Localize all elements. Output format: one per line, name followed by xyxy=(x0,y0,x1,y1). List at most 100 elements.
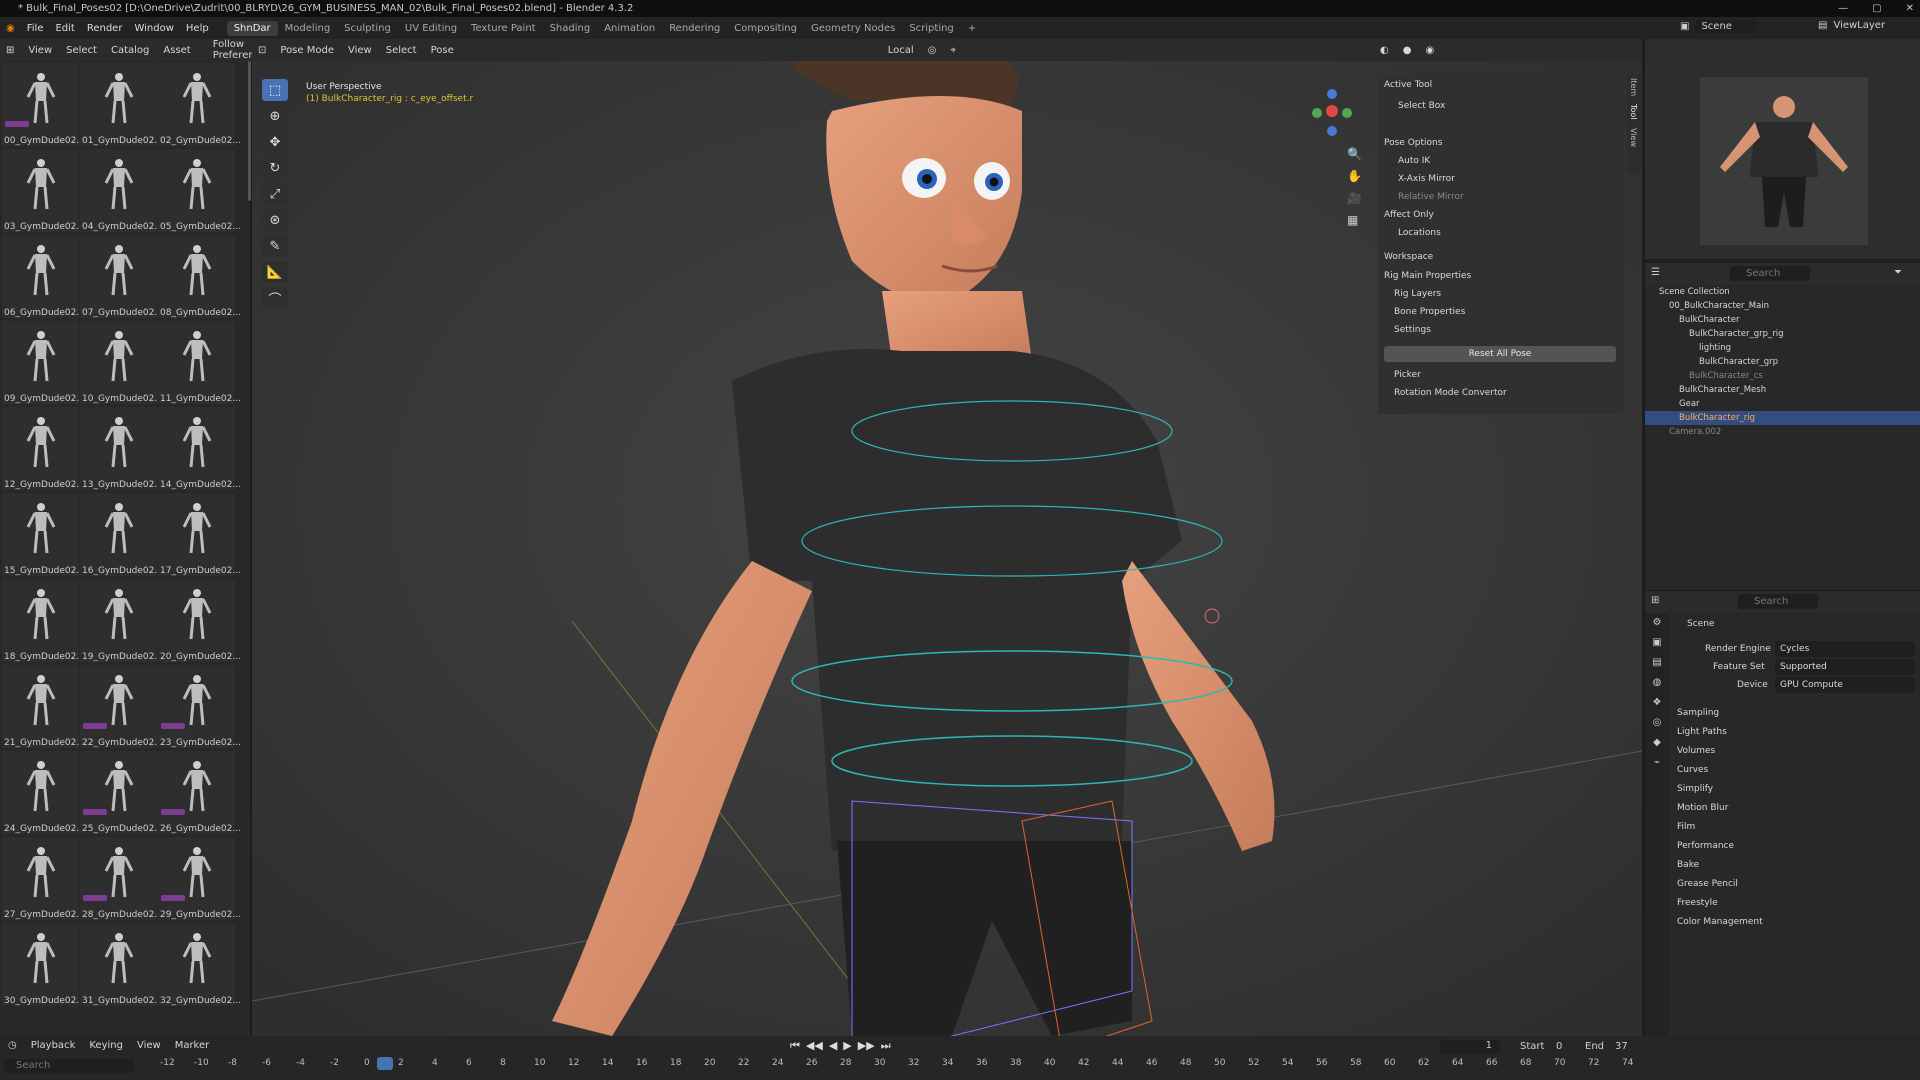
keying-menu[interactable]: Keying xyxy=(89,1040,123,1051)
viewport-select-menu[interactable]: Select xyxy=(380,43,423,58)
outliner-row[interactable]: BulkCharacter xyxy=(1645,313,1920,327)
section-motion-blur[interactable]: Motion Blur xyxy=(1677,803,1728,813)
asset-scrollbar[interactable] xyxy=(248,61,251,201)
jump-end-icon[interactable]: ⏭ xyxy=(881,1039,891,1053)
outliner-row[interactable]: lighting xyxy=(1645,341,1920,355)
jump-start-icon[interactable]: ⏮ xyxy=(790,1039,800,1053)
asset-thumbnail[interactable]: 21_GymDude02... xyxy=(2,665,85,748)
section-color-management[interactable]: Color Management xyxy=(1677,917,1763,927)
shading-solid-icon[interactable]: ● xyxy=(1397,43,1418,58)
tab-compositing[interactable]: Compositing xyxy=(727,21,804,36)
maximize-icon[interactable]: ▢ xyxy=(1872,0,1881,17)
view-layer-selector[interactable]: ViewLayer xyxy=(1833,20,1885,31)
asset-thumbnail[interactable]: 12_GymDude02... xyxy=(2,407,85,490)
outliner-row[interactable]: BulkCharacter_Mesh xyxy=(1645,383,1920,397)
section-light-paths[interactable]: Light Paths xyxy=(1677,727,1727,737)
tab-rendering[interactable]: Rendering xyxy=(662,21,727,36)
tab-geometry-nodes[interactable]: Geometry Nodes xyxy=(804,21,902,36)
filter-icon[interactable]: ⏷ xyxy=(1894,267,1902,278)
pivot-icon[interactable]: ◎ xyxy=(922,43,943,58)
playback-menu[interactable]: Playback xyxy=(31,1040,76,1051)
asset-thumbnail[interactable]: 05_GymDude02... xyxy=(158,149,241,232)
asset-thumbnail[interactable]: 24_GymDude02... xyxy=(2,751,85,834)
follow-prefs-dropdown[interactable]: Follow Preferer xyxy=(207,37,259,63)
prev-key-icon[interactable]: ◀◀ xyxy=(806,1039,823,1053)
properties-editor-icon[interactable]: ⊞ xyxy=(1651,595,1659,606)
tab-scripting[interactable]: Scripting xyxy=(902,21,960,36)
rig-main-header[interactable]: Rig Main Properties xyxy=(1384,271,1471,281)
scene-selector[interactable]: Scene xyxy=(1695,20,1756,33)
tab-modeling[interactable]: Modeling xyxy=(278,21,338,36)
asset-view-menu[interactable]: View xyxy=(22,43,58,58)
outliner-search-input[interactable]: Search xyxy=(1730,266,1810,281)
asset-catalog-menu[interactable]: Catalog xyxy=(105,43,155,58)
rig-layers-header[interactable]: Rig Layers xyxy=(1394,289,1441,299)
asset-thumbnail[interactable]: 16_GymDude02... xyxy=(80,493,163,576)
asset-thumbnail[interactable]: 09_GymDude02... xyxy=(2,321,85,404)
section-freestyle[interactable]: Freestyle xyxy=(1677,898,1718,908)
section-performance[interactable]: Performance xyxy=(1677,841,1734,851)
asset-thumbnail[interactable]: 14_GymDude02... xyxy=(158,407,241,490)
asset-thumbnail[interactable]: 19_GymDude02... xyxy=(80,579,163,662)
snap-icon[interactable]: ⌖ xyxy=(944,43,962,58)
editor-type-icon[interactable]: ⊞ xyxy=(0,43,20,58)
outliner-row[interactable]: Camera.002 xyxy=(1645,425,1920,439)
tab-item[interactable]: Item xyxy=(1627,74,1640,100)
asset-thumbnail[interactable]: 18_GymDude02... xyxy=(2,579,85,662)
properties-tab-icons[interactable]: ⚙ ▣ ▤ ◍ ❖ ◎ ◆ ⌁ xyxy=(1645,613,1669,773)
menu-help[interactable]: Help xyxy=(180,23,215,34)
settings-header[interactable]: Settings xyxy=(1394,325,1431,335)
x-mirror-checkbox[interactable]: X-Axis Mirror xyxy=(1398,174,1455,184)
minimize-icon[interactable]: — xyxy=(1838,0,1848,17)
active-tool-header[interactable]: Active Tool xyxy=(1384,80,1432,90)
ortho-grid-icon[interactable]: ▦ xyxy=(1347,213,1362,227)
asset-thumbnail[interactable]: 03_GymDude02... xyxy=(2,149,85,232)
timeline-search-input[interactable]: Search xyxy=(4,1059,134,1073)
current-frame-field[interactable]: 1 xyxy=(1440,1040,1500,1054)
asset-thumbnail[interactable]: 06_GymDude02... xyxy=(2,235,85,318)
feature-set-dropdown[interactable]: Supported xyxy=(1775,659,1915,675)
play-reverse-icon[interactable]: ◀ xyxy=(829,1039,837,1053)
asset-thumbnail[interactable]: 26_GymDude02... xyxy=(158,751,241,834)
asset-thumbnail[interactable]: 04_GymDude02... xyxy=(80,149,163,232)
asset-thumbnail[interactable]: 17_GymDude02... xyxy=(158,493,241,576)
asset-select-menu[interactable]: Select xyxy=(60,43,103,58)
tab-tool[interactable]: Tool xyxy=(1627,100,1640,124)
relative-mirror-checkbox[interactable]: Relative Mirror xyxy=(1398,192,1464,202)
tab-animation[interactable]: Animation xyxy=(597,21,662,36)
measure-icon[interactable]: 📐 xyxy=(262,261,288,283)
asset-thumbnail[interactable]: 27_GymDude02... xyxy=(2,837,85,920)
pose-mode-dropdown[interactable]: Pose Mode xyxy=(274,43,340,58)
marker-menu[interactable]: Marker xyxy=(175,1040,210,1051)
menu-window[interactable]: Window xyxy=(128,23,179,34)
asset-thumbnail[interactable]: 28_GymDude02... xyxy=(80,837,163,920)
asset-thumbnail[interactable]: 30_GymDude02... xyxy=(2,923,85,1006)
outliner-editor-icon[interactable]: ☰ xyxy=(1651,267,1660,278)
camera-view-icon[interactable]: 🎥 xyxy=(1347,191,1362,205)
asset-thumbnail[interactable]: 08_GymDude02... xyxy=(158,235,241,318)
outliner-row[interactable]: Scene Collection xyxy=(1645,285,1920,299)
locations-checkbox[interactable]: Locations xyxy=(1398,228,1441,238)
viewport-pose-menu[interactable]: Pose xyxy=(425,43,460,58)
asset-thumbnail[interactable]: 07_GymDude02... xyxy=(80,235,163,318)
section-volumes[interactable]: Volumes xyxy=(1677,746,1715,756)
annotate-icon[interactable]: ✎ xyxy=(262,235,288,257)
tab-texture-paint[interactable]: Texture Paint xyxy=(464,21,543,36)
outliner-row[interactable]: 00_BulkCharacter_Main xyxy=(1645,299,1920,313)
bone-envelope-icon[interactable]: ⌒ xyxy=(262,287,288,309)
asset-thumbnail[interactable]: 23_GymDude02... xyxy=(158,665,241,748)
section-bake[interactable]: Bake xyxy=(1677,860,1699,870)
overlays-icon[interactable]: ◐ xyxy=(1374,43,1395,58)
transform-icon[interactable]: ⊛ xyxy=(262,209,288,231)
section-simplify[interactable]: Simplify xyxy=(1677,784,1713,794)
asset-thumbnail[interactable]: 02_GymDude02... xyxy=(158,63,241,146)
tab-view[interactable]: View xyxy=(1627,124,1640,151)
asset-thumbnail[interactable]: 10_GymDude02... xyxy=(80,321,163,404)
pose-options-header[interactable]: Pose Options xyxy=(1384,138,1442,148)
asset-thumbnail[interactable]: 31_GymDude02... xyxy=(80,923,163,1006)
outliner-row[interactable]: Gear xyxy=(1645,397,1920,411)
rotate-icon[interactable]: ↻ xyxy=(262,157,288,179)
auto-ik-checkbox[interactable]: Auto IK xyxy=(1398,156,1430,166)
close-icon[interactable]: ✕ xyxy=(1906,0,1914,17)
workspace-header[interactable]: Workspace xyxy=(1384,252,1433,262)
